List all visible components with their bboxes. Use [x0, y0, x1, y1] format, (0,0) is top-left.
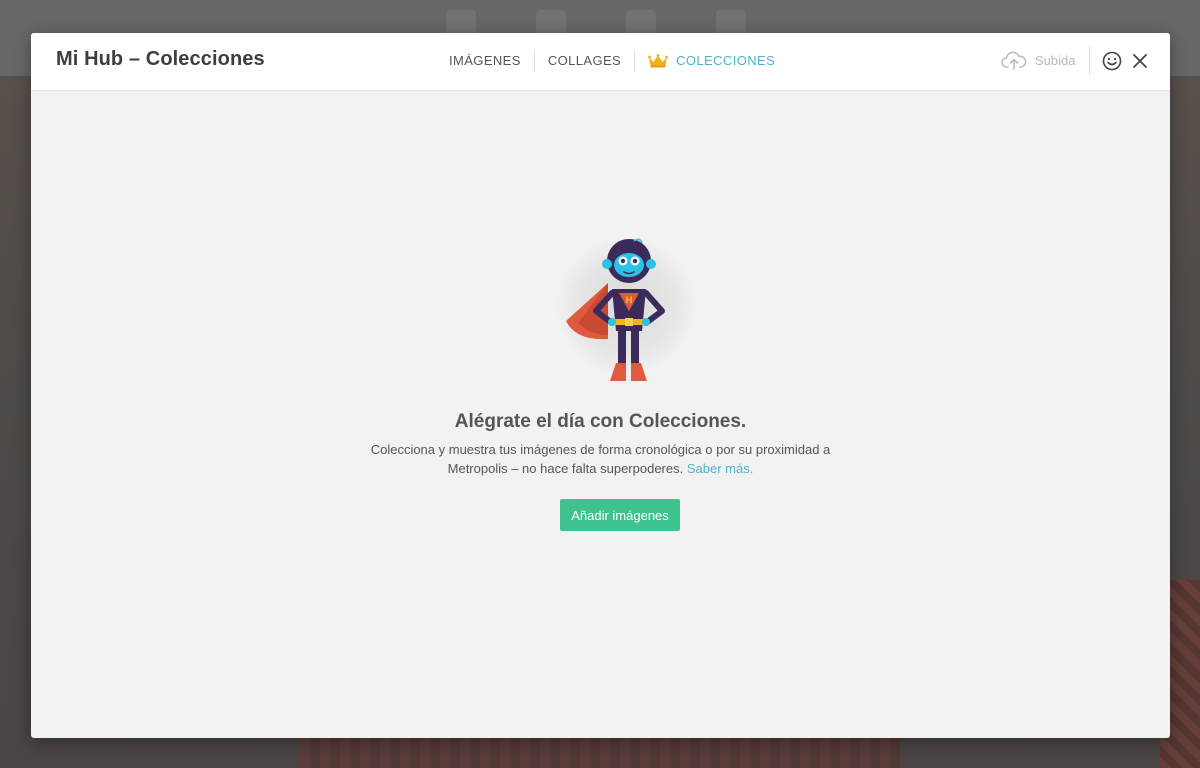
empty-state-headline: Alégrate el día con Colecciones.	[454, 411, 747, 432]
tab-collages[interactable]: COLLAGES	[535, 49, 634, 73]
svg-text:H: H	[625, 296, 633, 306]
description-line-2: Metropolis – no hace falta superpoderes.…	[31, 459, 1170, 478]
tab-images[interactable]: IMÁGENES	[436, 49, 534, 73]
description-line-2-text: Metropolis – no hace falta superpoderes.	[447, 461, 684, 476]
background-bottom-pattern	[300, 738, 900, 768]
tab-collections-label: COLECCIONES	[676, 53, 776, 68]
learn-more-link[interactable]: Saber más.	[687, 461, 753, 476]
tab-images-label: IMÁGENES	[449, 53, 521, 68]
empty-state-description: Colecciona y muestra tus imágenes de for…	[31, 440, 1170, 478]
description-line-1: Colecciona y muestra tus imágenes de for…	[370, 442, 831, 457]
add-images-button[interactable]: Añadir imágenes	[560, 499, 680, 531]
collections-modal: Mi Hub – Colecciones IMÁGENES COLLAGES C…	[31, 33, 1170, 738]
tab-collections[interactable]: COLECCIONES	[635, 49, 788, 73]
smiley-icon[interactable]	[1102, 51, 1122, 71]
empty-state: H Alégrate el día con Colecciones. Colec…	[31, 91, 1170, 738]
upload-label: Subida	[1035, 52, 1076, 68]
upload-button[interactable]: Subida	[1001, 50, 1075, 70]
superhero-monkey-illustration: H	[556, 238, 696, 381]
modal-header: Mi Hub – Colecciones IMÁGENES COLLAGES C…	[31, 33, 1170, 91]
cloud-upload-icon	[1001, 51, 1027, 70]
close-icon[interactable]	[1132, 53, 1148, 69]
tab-bar: IMÁGENES COLLAGES COLECCIONES	[436, 49, 788, 73]
crown-icon	[648, 54, 669, 68]
modal-title: Mi Hub – Colecciones	[56, 48, 265, 70]
header-divider	[1089, 47, 1090, 75]
tab-collages-label: COLLAGES	[547, 53, 622, 68]
